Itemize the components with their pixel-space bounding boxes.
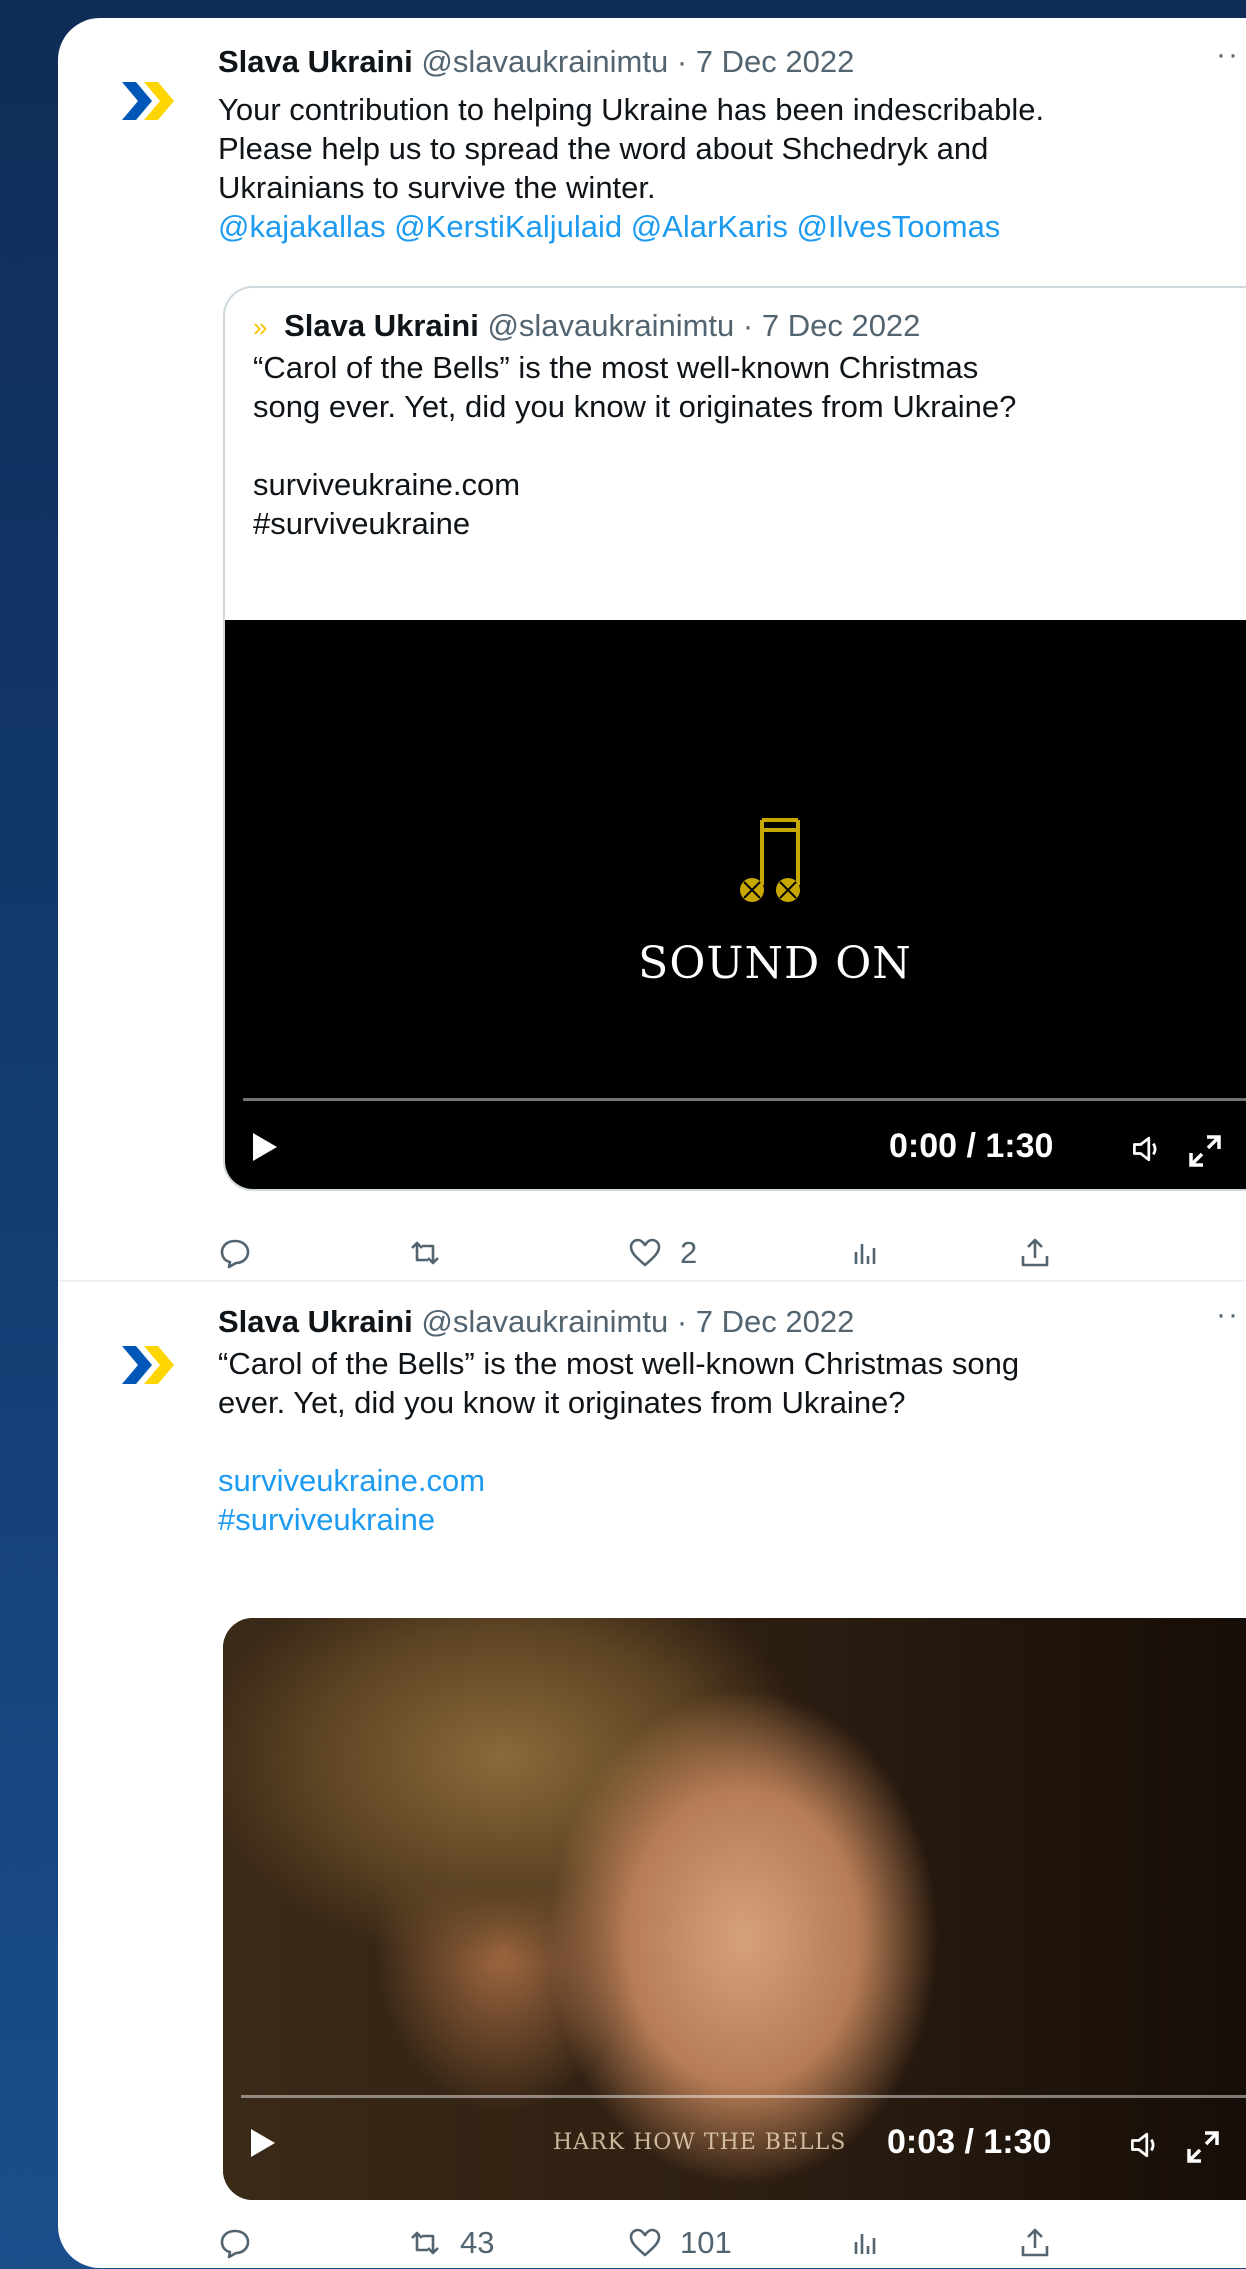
tweet-text-line: “Carol of the Bells” is the most well-kn… — [218, 1346, 1020, 1381]
tweet-text-line: ever. Yet, did you know it originates fr… — [218, 1385, 906, 1420]
avatar[interactable] — [114, 66, 184, 136]
video-progress-bar[interactable] — [243, 1098, 1246, 1101]
like-count: 101 — [680, 2225, 732, 2260]
author-handle[interactable]: @slavaukrainimtu — [421, 44, 668, 79]
tweet-text-line: Ukrainians to survive the winter. — [218, 170, 656, 205]
author-handle[interactable]: @slavaukrainimtu — [421, 1304, 668, 1339]
play-icon[interactable] — [253, 1133, 277, 1161]
separator-dot: · — [676, 44, 688, 79]
fullscreen-icon[interactable] — [1183, 2127, 1223, 2167]
more-options-icon[interactable]: ·· — [1216, 1298, 1240, 1332]
heart-icon — [629, 2228, 661, 2257]
tweet-actions: 2 — [218, 1223, 1168, 1283]
tweet-header: Slava Ukraini @slavaukrainimtu · 7 Dec 2… — [218, 42, 854, 82]
views-button[interactable] — [848, 1223, 900, 1283]
music-note-icon — [740, 818, 800, 902]
like-button[interactable]: 101 — [628, 2213, 732, 2268]
quoted-tweet-date: 7 Dec 2022 — [761, 308, 921, 343]
avatar[interactable] — [114, 1330, 184, 1400]
play-icon[interactable] — [251, 2129, 275, 2157]
tweet-text: Your contribution to helping Ukraine has… — [218, 90, 1246, 246]
tweet-date[interactable]: 7 Dec 2022 — [696, 1304, 855, 1339]
quoted-author-handle: @slavaukrainimtu — [487, 308, 735, 343]
quoted-tweet-header: » Slava Ukraini @slavaukrainimtu · 7 Dec… — [253, 306, 920, 347]
author-name[interactable]: Slava Ukraini — [218, 44, 413, 79]
video-frame-image — [223, 1618, 1246, 2200]
video-progress-bar[interactable] — [241, 2095, 1246, 2098]
separator-dot: · — [676, 1304, 688, 1339]
views-chart-icon — [854, 2234, 876, 2254]
mentions-links[interactable]: @kajakallas @KerstiKaljulaid @AlarKaris … — [218, 207, 1246, 246]
tweet-text-line: Please help us to spread the word about … — [218, 131, 989, 166]
like-count: 2 — [680, 1235, 698, 1270]
quoted-text-line: song ever. Yet, did you know it originat… — [253, 389, 1017, 424]
separator-dot: · — [742, 308, 754, 343]
fullscreen-icon[interactable] — [1185, 1131, 1225, 1171]
reply-button[interactable] — [218, 1223, 270, 1283]
retweet-icon — [411, 1241, 439, 1265]
share-icon — [1021, 2228, 1049, 2257]
video-time: 0:03 / 1:30 — [887, 2123, 1052, 2161]
tweet-date[interactable]: 7 Dec 2022 — [696, 44, 855, 79]
reply-icon — [220, 1239, 250, 1269]
volume-icon[interactable] — [1129, 1131, 1165, 1167]
video-player[interactable]: SOUND ON 0:00 / 1:30 — [225, 620, 1246, 1189]
quoted-link: surviveukraine.com — [253, 467, 521, 502]
retweet-icon — [411, 2231, 439, 2255]
more-options-icon[interactable]: ·· — [1216, 38, 1240, 72]
tweet-1[interactable]: Slava Ukraini @slavaukrainimtu · 7 Dec 2… — [58, 18, 1246, 1293]
views-button[interactable] — [848, 2213, 900, 2268]
retweet-count: 43 — [460, 2225, 495, 2260]
sound-on-overlay: SOUND ON — [638, 938, 912, 989]
timeline-card: Slava Ukraini @slavaukrainimtu · 7 Dec 2… — [58, 18, 1246, 2268]
retweet-button[interactable] — [408, 1223, 460, 1283]
tweet-actions: 43 101 — [218, 2213, 1168, 2268]
slava-ukraini-logo-icon — [122, 1346, 174, 1384]
retweet-button[interactable]: 43 — [408, 2213, 494, 2268]
slava-ukraini-logo-icon: » — [253, 312, 268, 342]
video-player[interactable]: HARK HOW THE BELLS 0:03 / 1:30 — [223, 1618, 1246, 2200]
tweet-text: “Carol of the Bells” is the most well-kn… — [218, 1344, 1246, 1539]
quoted-author-name: Slava Ukraini — [284, 308, 479, 343]
video-caption: HARK HOW THE BELLS — [553, 2130, 847, 2155]
quoted-hashtag: #surviveukraine — [253, 506, 471, 541]
reply-button[interactable] — [218, 2213, 270, 2268]
tweet-text-line: Your contribution to helping Ukraine has… — [218, 92, 1045, 127]
author-name[interactable]: Slava Ukraini — [218, 1304, 413, 1339]
share-button[interactable] — [1018, 2213, 1070, 2268]
quoted-tweet[interactable]: » Slava Ukraini @slavaukrainimtu · 7 Dec… — [223, 286, 1246, 1191]
video-time: 0:00 / 1:30 — [889, 1127, 1054, 1165]
website-link[interactable]: surviveukraine.com — [218, 1461, 1246, 1500]
tweet-header: Slava Ukraini @slavaukrainimtu · 7 Dec 2… — [218, 1302, 854, 1342]
volume-icon[interactable] — [1127, 2127, 1163, 2163]
heart-icon — [629, 1238, 661, 1267]
tweet-2[interactable]: Slava Ukraini @slavaukrainimtu · 7 Dec 2… — [58, 1282, 1246, 2268]
reply-icon — [220, 2229, 250, 2259]
views-chart-icon — [854, 1244, 876, 1264]
slava-ukraini-logo-icon — [122, 82, 174, 120]
quoted-tweet-text: “Carol of the Bells” is the most well-kn… — [253, 348, 1246, 543]
like-button[interactable]: 2 — [628, 1223, 697, 1283]
hashtag-link[interactable]: #surviveukraine — [218, 1500, 1246, 1539]
share-icon — [1021, 1238, 1049, 1267]
share-button[interactable] — [1018, 1223, 1070, 1283]
quoted-text-line: “Carol of the Bells” is the most well-kn… — [253, 350, 979, 385]
